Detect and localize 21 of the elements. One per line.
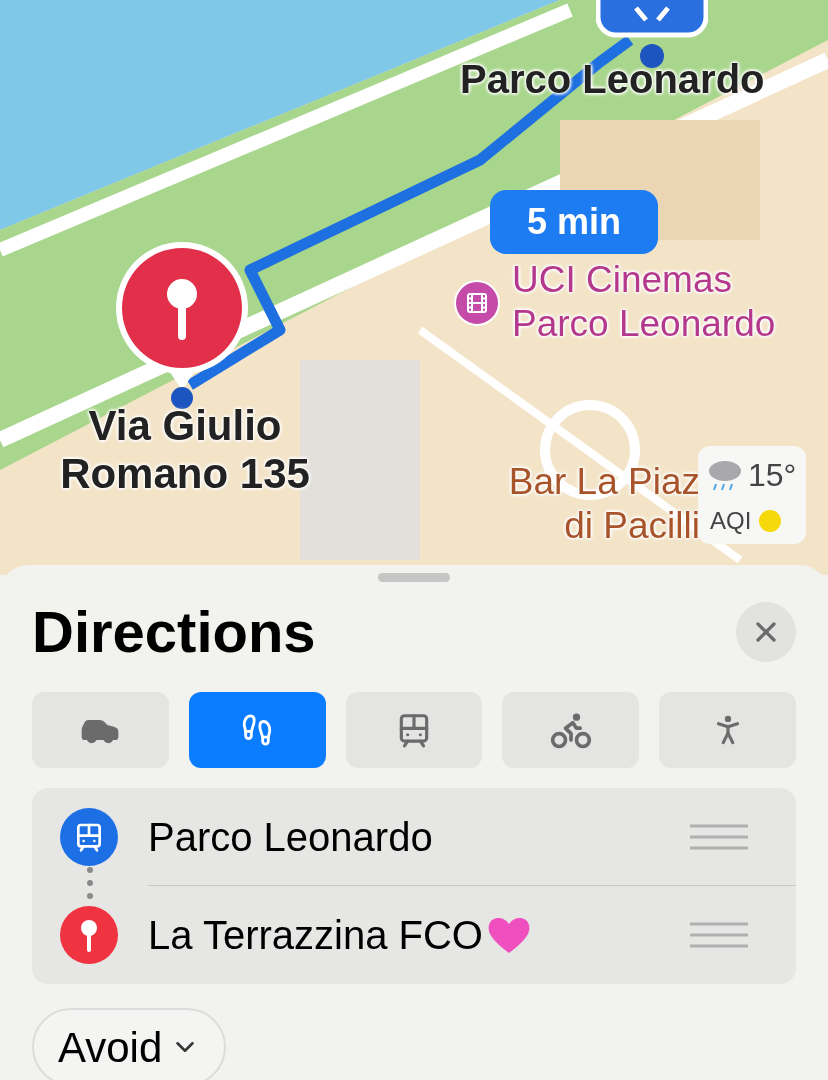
transport-mode-tab[interactable]: [502, 692, 640, 768]
waypoint-label[interactable]: Parco Leonardo: [148, 806, 433, 867]
aqi-label: AQI: [710, 506, 752, 536]
avoid-button[interactable]: Avoid: [32, 1008, 227, 1080]
pin-label: Via Giulio Romano 135: [59, 402, 311, 499]
connector-dots-icon: [86, 866, 94, 900]
place-label: Bar La Piaz di Pacilli: [508, 460, 700, 549]
temperature-text: 15°: [748, 456, 797, 495]
train-station-icon: [60, 808, 118, 866]
reorder-handle-icon[interactable]: [690, 921, 748, 949]
reorder-handle-icon[interactable]: [690, 822, 748, 851]
place-label: UCI Cinemas Parco Leonardo: [512, 258, 776, 347]
sheet-title: Directions: [32, 603, 316, 661]
transport-mode-tab[interactable]: [188, 692, 326, 768]
sheet-handle[interactable]: [378, 573, 450, 582]
transport-mode-tab[interactable]: [32, 692, 169, 768]
pin-icon: [60, 906, 118, 964]
travel-time-bubble: 5 min: [490, 190, 658, 254]
rain-cloud-icon: [706, 458, 744, 492]
waypoint-label[interactable]: La Terrazzina FCO: [148, 905, 483, 965]
transport-mode-tab[interactable]: [345, 692, 483, 768]
